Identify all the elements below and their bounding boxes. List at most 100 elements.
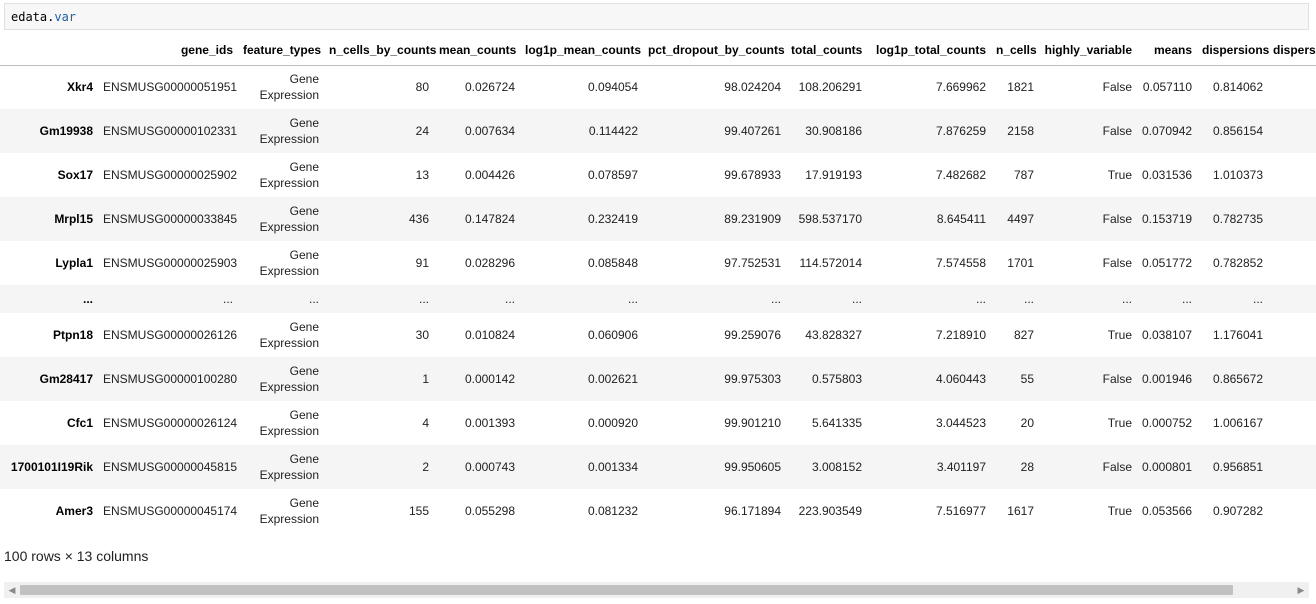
- table-cell: 0.814062: [1212, 80, 1263, 95]
- table-cell: [1268, 357, 1316, 401]
- table-cell: 3.008152: [811, 460, 862, 474]
- table-row: Gm28417 ENSMUSG00000100280 Gene Expression 1…: [0, 357, 1316, 401]
- table-cell: 7.876259: [935, 124, 986, 138]
- table-cell: 0.856154: [1212, 124, 1263, 138]
- table-cell: True: [1107, 328, 1132, 342]
- row-index-label: 1700101I19Rik: [10, 460, 93, 474]
- feature-type-cell: Gene Expression: [238, 489, 324, 533]
- table-cell: 1701: [1007, 256, 1034, 270]
- table-cell: 1.006167: [1212, 416, 1263, 430]
- feature-type-cell: Gene Expression: [238, 401, 324, 445]
- feature-type-text: Gene: [289, 496, 319, 510]
- table-cell: ENSMUSG00000102331: [103, 124, 238, 138]
- table-cell: [1268, 197, 1316, 241]
- table-cell: ENSMUSG00000100280: [103, 372, 238, 386]
- table-cell: 0.114422: [588, 124, 638, 138]
- row-index-label: ...: [82, 292, 93, 306]
- table-cell: False: [1102, 256, 1132, 270]
- table-cell: 99.950605: [724, 460, 781, 474]
- row-index-label: Ptpn18: [52, 328, 93, 342]
- table-cell: 0.000920: [587, 416, 638, 430]
- table-cell: ...: [851, 292, 862, 306]
- row-index-label: Gm28417: [39, 372, 93, 386]
- table-cell: True: [1107, 504, 1132, 518]
- table-cell: [1268, 313, 1316, 357]
- scroll-left-icon[interactable]: ◀: [4, 582, 20, 598]
- row-index-label: Gm19938: [39, 124, 93, 138]
- feature-type-text: Expression: [259, 176, 319, 190]
- table-cell: ENSMUSG00000026126: [103, 328, 238, 342]
- table-cell: 0.147824: [464, 212, 515, 226]
- column-header: log1p_mean_counts: [520, 36, 643, 66]
- table-cell: 3.401197: [936, 460, 986, 474]
- table-cell: 155: [408, 504, 429, 518]
- table-cell: 827: [1013, 328, 1034, 342]
- table-cell: ENSMUSG00000025902: [103, 168, 238, 182]
- table-cell: ENSMUSG00000025903: [103, 256, 238, 270]
- table-cell: ENSMUSG00000033845: [103, 212, 238, 226]
- output-area: gene_ids feature_types n_cells_by_counts me…: [0, 36, 1316, 546]
- table-cell: ...: [627, 292, 638, 306]
- table-cell: ...: [222, 292, 233, 306]
- column-header: dispersions: [1197, 36, 1269, 66]
- table-cell: 787: [1013, 168, 1034, 182]
- table-cell: 5.641335: [811, 416, 862, 430]
- table-cell: ...: [418, 292, 429, 306]
- table-cell: [1268, 109, 1316, 153]
- table-cell: False: [1102, 372, 1132, 386]
- dataframe-shape-text: 100 rows × 13 columns: [4, 548, 149, 564]
- table-cell: 436: [408, 212, 429, 226]
- table-cell: 0.051772: [1142, 256, 1193, 270]
- table-cell: 0.010824: [464, 328, 515, 342]
- table-cell: ...: [1023, 292, 1034, 306]
- row-index-label: Lypla1: [55, 256, 93, 270]
- table-row: Sox17 ENSMUSG00000025902 Gene Expression 13 0…: [0, 153, 1316, 197]
- feature-type-text: Expression: [259, 264, 319, 278]
- feature-type-cell: Gene Expression: [238, 65, 324, 109]
- column-header: means: [1137, 36, 1197, 66]
- table-cell: 7.482682: [935, 168, 986, 182]
- table-cell: 0.055298: [464, 504, 515, 518]
- table-cell: True: [1107, 416, 1132, 430]
- feature-type-text: Gene: [289, 72, 319, 87]
- column-header: mean_counts: [434, 36, 520, 66]
- dataframe-table: gene_ids feature_types n_cells_by_counts me…: [0, 36, 1316, 533]
- column-header: dispers: [1268, 36, 1316, 66]
- table-cell: 598.537170: [798, 212, 862, 226]
- scroll-right-icon[interactable]: ▶: [1293, 582, 1309, 598]
- table-cell: True: [1107, 168, 1132, 182]
- feature-type-cell: Gene Expression: [238, 241, 324, 285]
- scrollbar-thumb[interactable]: [20, 585, 1233, 595]
- feature-type-cell: Gene Expression: [238, 197, 324, 241]
- table-cell: [1268, 445, 1316, 489]
- table-cell: 2: [422, 460, 429, 474]
- table-cell: False: [1102, 460, 1132, 474]
- table-cell: 0.057110: [1142, 80, 1192, 95]
- column-header: feature_types: [238, 36, 324, 66]
- table-cell: 8.645411: [936, 212, 986, 226]
- table-cell: 7.516977: [935, 504, 986, 518]
- table-cell: 24: [415, 124, 429, 138]
- table-cell: 4497: [1007, 212, 1034, 226]
- table-cell: [1268, 285, 1316, 313]
- column-header: pct_dropout_by_counts: [643, 36, 786, 66]
- table-header-row: gene_ids feature_types n_cells_by_counts me…: [0, 36, 1316, 66]
- table-cell: 0.232419: [587, 212, 638, 226]
- table-cell: 0.002621: [587, 372, 638, 386]
- column-header: gene_ids: [98, 36, 238, 66]
- table-cell: 28: [1020, 460, 1034, 474]
- table-cell: ...: [770, 292, 781, 306]
- feature-type-text: Gene: [289, 204, 319, 218]
- feature-type-cell: Gene Expression: [238, 313, 324, 357]
- column-header: n_cells_by_counts: [324, 36, 436, 66]
- table-cell: 0.575803: [811, 372, 862, 386]
- table-cell: 43.828327: [805, 328, 862, 342]
- horizontal-scrollbar[interactable]: ◀ ▶: [4, 582, 1309, 598]
- feature-type-text: Expression: [259, 380, 319, 394]
- table-cell: 91: [415, 256, 429, 270]
- code-attribute: var: [54, 10, 77, 24]
- table-cell: 1617: [1007, 504, 1034, 518]
- code-object: edata: [11, 10, 48, 24]
- table-row: Lypla1 ENSMUSG00000025903 Gene Expression 91…: [0, 241, 1316, 285]
- code-cell-input[interactable]: edata.var: [4, 3, 1309, 30]
